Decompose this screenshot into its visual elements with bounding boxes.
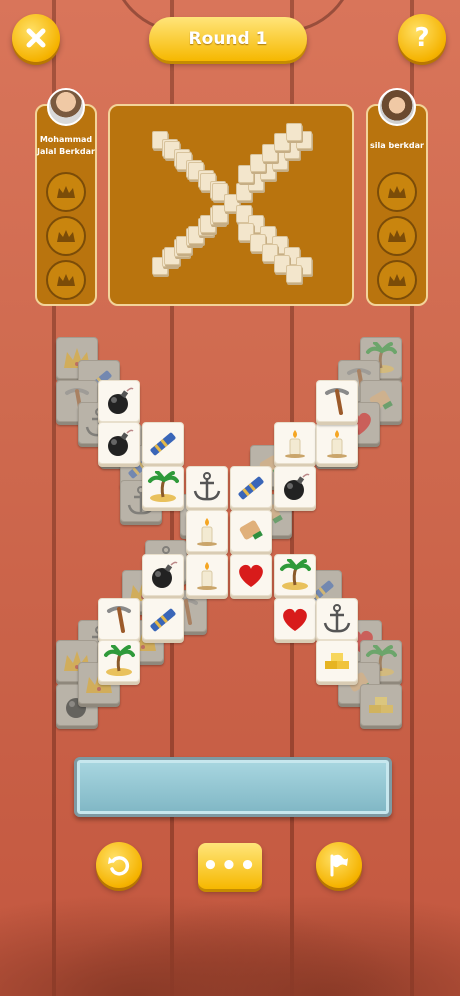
- hint-button[interactable]: [316, 842, 362, 888]
- tile-heart[interactable]: [230, 554, 272, 596]
- flag-icon: [330, 854, 348, 877]
- tile-palm-island[interactable]: [98, 640, 140, 682]
- crown-slot: [377, 260, 417, 300]
- menu-label: •••: [202, 851, 258, 881]
- anchor-icon: [323, 604, 351, 633]
- tile-telescope[interactable]: [142, 422, 184, 464]
- tile-palm-island[interactable]: [142, 466, 184, 508]
- telescope-icon: [150, 432, 176, 456]
- bomb-icon: [152, 561, 178, 588]
- tile-heart[interactable]: [274, 598, 316, 640]
- pickaxe-icon: [325, 388, 349, 415]
- palm-island-icon: [104, 645, 135, 676]
- tile-bomb[interactable]: [274, 466, 316, 508]
- tile-candle[interactable]: [186, 554, 228, 596]
- crown-icon: [57, 230, 75, 242]
- candle-icon: [285, 430, 305, 458]
- palm-island-icon: [280, 559, 311, 590]
- tile-pickaxe[interactable]: [98, 598, 140, 640]
- close-button[interactable]: [12, 14, 60, 62]
- avatar-right: [378, 88, 416, 126]
- bomb-icon: [108, 387, 134, 414]
- gold-bars-icon: [369, 697, 393, 713]
- player-name-left: Mohammad Jalal Berkdar: [37, 135, 95, 156]
- tile-pickaxe[interactable]: [316, 380, 358, 422]
- foliage-silhouette: [0, 876, 460, 996]
- round-label: Round 1: [188, 29, 268, 49]
- telescope-icon: [238, 476, 264, 500]
- round-indicator: Round 1: [149, 17, 307, 61]
- tile-candle[interactable]: [186, 510, 228, 552]
- heart-icon: [239, 564, 263, 587]
- telescope-icon: [150, 608, 176, 632]
- tile-anchor[interactable]: [316, 598, 358, 640]
- player-name-right: sila berkdar: [370, 141, 424, 150]
- menu-button[interactable]: •••: [198, 843, 262, 889]
- preview-tile: [286, 265, 302, 284]
- close-icon: [26, 28, 46, 48]
- candle-icon: [197, 562, 217, 590]
- tile-bomb[interactable]: [98, 422, 140, 464]
- crown-icon: [57, 274, 75, 286]
- player-panel-left: Mohammad Jalal Berkdar: [35, 88, 97, 306]
- tile-telescope[interactable]: [142, 598, 184, 640]
- avatar-left: [47, 88, 85, 126]
- tile-palm-island[interactable]: [274, 554, 316, 596]
- crown-slot: [46, 216, 86, 256]
- bomb-icon: [284, 473, 310, 500]
- tile-tray: [74, 757, 392, 817]
- crown-slot: [46, 260, 86, 300]
- tile-gold-bars[interactable]: [316, 640, 358, 682]
- tile-gold-bars: [360, 684, 402, 726]
- undo-icon: [108, 856, 130, 876]
- player-panel-right: sila berkdar: [366, 88, 428, 306]
- crown-icon: [388, 186, 406, 198]
- flag-scroll-icon: [239, 520, 263, 540]
- anchor-icon: [193, 472, 221, 501]
- tile-bomb[interactable]: [98, 380, 140, 422]
- tile-candle[interactable]: [316, 422, 358, 464]
- tile-candle[interactable]: [274, 422, 316, 464]
- palm-island-icon: [148, 471, 179, 502]
- crown-slot: [377, 172, 417, 212]
- preview-tile: [286, 122, 302, 141]
- layout-preview: [108, 104, 354, 306]
- question-icon: ?: [414, 23, 430, 53]
- crown-slot: [377, 216, 417, 256]
- undo-button[interactable]: [96, 842, 142, 888]
- crown-icon: [388, 274, 406, 286]
- help-button[interactable]: ?: [398, 14, 446, 62]
- tile-flag-scroll[interactable]: [230, 510, 272, 552]
- gold-bars-icon: [325, 653, 349, 669]
- tile-anchor[interactable]: [186, 466, 228, 508]
- tile-telescope[interactable]: [230, 466, 272, 508]
- crown-slot: [46, 172, 86, 212]
- heart-icon: [283, 608, 307, 631]
- candle-icon: [327, 430, 347, 458]
- candle-icon: [197, 518, 217, 546]
- crown-icon: [57, 186, 75, 198]
- bomb-icon: [108, 429, 134, 456]
- crown-icon: [388, 230, 406, 242]
- pickaxe-icon: [107, 606, 131, 633]
- tile-bomb[interactable]: [142, 554, 184, 596]
